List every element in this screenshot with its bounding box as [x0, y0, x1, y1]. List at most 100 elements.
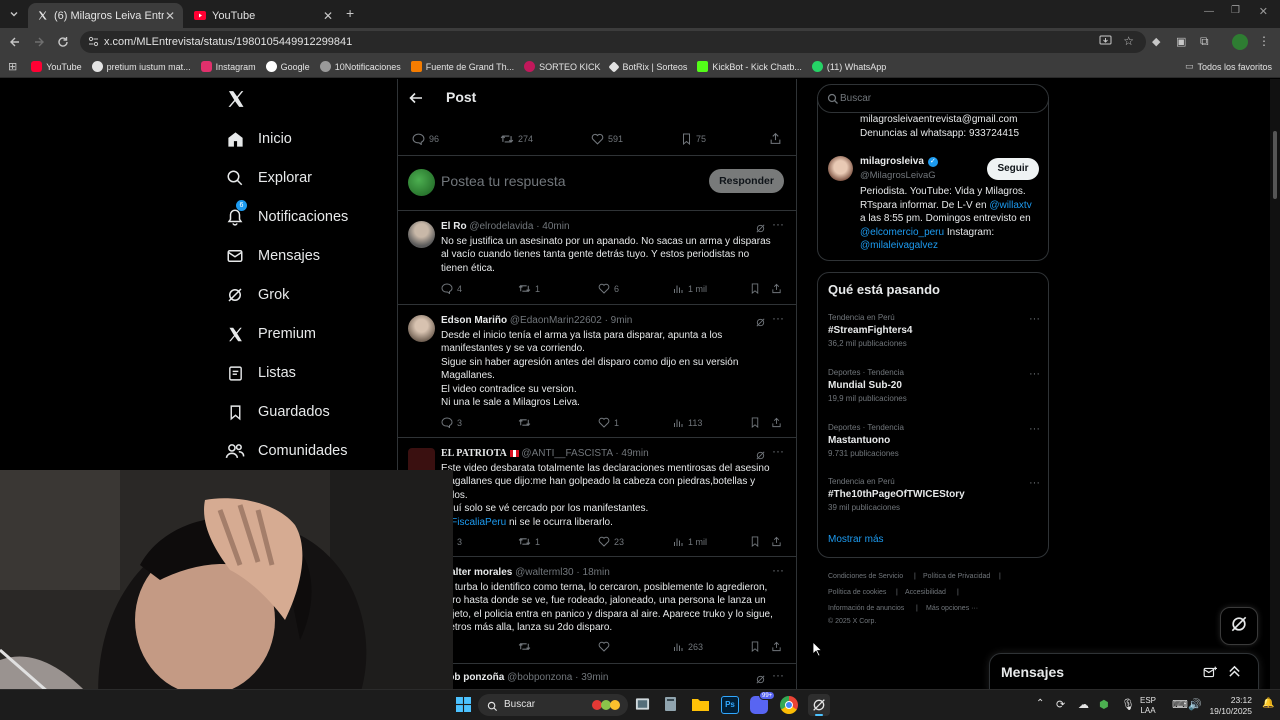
tab-search-icon[interactable]: [2, 2, 26, 26]
tab-milagros-leiva[interactable]: (6) Milagros Leiva Entrevista en ✕: [28, 3, 183, 28]
window-close-icon[interactable]: ✕: [1259, 5, 1268, 18]
author-name[interactable]: El Ro: [441, 221, 467, 232]
nav-grok[interactable]: Grok: [224, 284, 289, 306]
all-bookmarks-folder[interactable]: ▭ Todos los favoritos: [1185, 61, 1272, 72]
grok-explain-icon[interactable]: [755, 672, 766, 689]
reply-input[interactable]: Postea tu respuesta: [441, 173, 566, 189]
mention-link[interactable]: @willaxtv: [989, 200, 1031, 211]
nav-comunidades[interactable]: Comunidades: [224, 440, 347, 462]
author-handle[interactable]: @bobponzona: [507, 672, 572, 683]
bookmark-icon[interactable]: [750, 536, 764, 547]
bookmark-botrix[interactable]: BotRix | Sorteos: [608, 60, 687, 73]
install-app-icon[interactable]: [1099, 35, 1112, 50]
more-options-icon[interactable]: ···: [1029, 477, 1040, 489]
nav-notificaciones[interactable]: 6 Notificaciones: [224, 200, 348, 228]
share-icon[interactable]: [771, 283, 786, 294]
language-indicator[interactable]: ESP LAA: [1140, 696, 1156, 716]
bookmark-kickbot[interactable]: KickBot - Kick Chatb...: [697, 61, 802, 72]
repost-button[interactable]: 1: [518, 536, 540, 547]
more-options-icon[interactable]: ···: [772, 668, 784, 682]
like-button[interactable]: 23: [598, 536, 624, 547]
reply-post[interactable]: El Ro @elrodelavida · 40min ··· No se ju…: [398, 212, 796, 305]
reply-button[interactable]: 3: [441, 417, 462, 428]
extension-icon[interactable]: ◆: [1152, 35, 1160, 48]
more-options-icon[interactable]: ···: [1029, 368, 1040, 380]
footer-cookies-link[interactable]: Política de cookies: [828, 589, 886, 596]
reply-post[interactable]: Edson Mariño @EdaonMarin22602 · 9min ···…: [398, 306, 796, 438]
minimize-icon[interactable]: —: [1204, 6, 1214, 17]
microphone-icon[interactable]: 🎙: [1121, 698, 1135, 711]
share-icon[interactable]: [769, 132, 782, 147]
network-icon[interactable]: ⌨: [1172, 698, 1188, 711]
bookmark-instagram[interactable]: Instagram: [200, 61, 256, 72]
more-options-icon[interactable]: ···: [1029, 423, 1040, 435]
trend-item[interactable]: Tendencia en Perú #The10thPageOfTWICESto…: [828, 477, 1040, 517]
bookmark-10notificaciones[interactable]: 10Notificaciones: [319, 61, 401, 72]
new-message-icon[interactable]: [1203, 666, 1217, 684]
bookmark-gta[interactable]: Fuente de Grand Th...: [410, 61, 514, 72]
nav-inicio[interactable]: Inicio: [224, 128, 292, 150]
clock[interactable]: 23:12 19/10/2025: [1208, 695, 1252, 717]
notification-center-icon[interactable]: 🔔: [1262, 698, 1274, 709]
like-button[interactable]: 6: [598, 283, 619, 294]
security-icon[interactable]: ⬢: [1099, 698, 1109, 711]
trend-item[interactable]: Deportes · Tendencia Mundial Sub-20 19,9…: [828, 368, 1040, 408]
site-info-icon[interactable]: [88, 36, 99, 50]
media-icon[interactable]: ▣: [1176, 35, 1186, 48]
grok-floating-button[interactable]: [1220, 607, 1258, 645]
new-tab-button[interactable]: +: [346, 5, 354, 21]
grok-app-icon[interactable]: [808, 694, 830, 716]
repost-button[interactable]: 1: [518, 283, 540, 294]
x-home-logo-icon[interactable]: [226, 89, 246, 114]
browser-menu-icon[interactable]: ⋮: [1258, 34, 1270, 48]
bookmark-icon[interactable]: [750, 417, 764, 428]
profile-name-row[interactable]: milagrosleiva ✓: [860, 156, 938, 167]
reply-post[interactable]: Walter morales @walterml30 · 18min ··· L…: [398, 558, 796, 664]
apps-grid-icon[interactable]: ⊞: [8, 60, 17, 73]
tray-overflow-icon[interactable]: ⌃: [1036, 698, 1044, 709]
share-icon[interactable]: [771, 641, 786, 652]
bookmark-icon[interactable]: [750, 641, 764, 652]
nav-guardados[interactable]: Guardados: [224, 401, 330, 423]
avatar[interactable]: [408, 221, 435, 248]
more-options-icon[interactable]: ···: [772, 444, 784, 458]
page-scrollbar[interactable]: [1270, 79, 1280, 689]
taskbar-search[interactable]: Buscar: [478, 694, 628, 716]
mention-link[interactable]: @milaleivagalvez: [860, 239, 1046, 253]
more-options-icon[interactable]: ···: [1029, 313, 1040, 325]
follow-button[interactable]: Seguir: [987, 158, 1039, 180]
nav-listas[interactable]: Listas: [224, 362, 296, 384]
share-icon[interactable]: [771, 417, 786, 428]
reply-button[interactable]: 4: [441, 283, 462, 294]
reload-icon[interactable]: [51, 30, 75, 54]
bookmark-sorteo-kick[interactable]: SORTEO KICK: [524, 61, 600, 72]
like-button[interactable]: [598, 641, 614, 652]
bookmark-youtube[interactable]: YouTube: [31, 61, 82, 72]
views-button[interactable]: 1 mil: [673, 536, 707, 547]
nav-explorar[interactable]: Explorar: [224, 167, 312, 189]
author-handle[interactable]: @ANTI__FASCISTA: [521, 448, 612, 459]
repost-button[interactable]: [518, 641, 535, 652]
nav-mensajes[interactable]: Mensajes: [224, 245, 320, 267]
author-name[interactable]: EL PATRIOTA: [441, 448, 507, 459]
back-icon[interactable]: [3, 30, 27, 54]
bookmark-whatsapp[interactable]: (11) WhatsApp: [811, 61, 886, 72]
volume-icon[interactable]: 🔊: [1188, 698, 1202, 711]
expand-up-icon[interactable]: [1228, 665, 1241, 683]
forward-icon[interactable]: [27, 30, 51, 54]
chrome-icon[interactable]: [780, 696, 798, 714]
views-button[interactable]: 263: [673, 641, 703, 652]
trend-item[interactable]: Deportes · Tendencia Mastantuono 9.731 p…: [828, 423, 1040, 463]
bookmark-star-icon[interactable]: ☆: [1123, 34, 1134, 48]
like-count-button[interactable]: 591: [591, 133, 623, 145]
more-options-icon[interactable]: ···: [772, 563, 784, 577]
bookmark-icon[interactable]: [750, 283, 764, 294]
reply-submit-button[interactable]: Responder: [709, 169, 784, 193]
author-handle[interactable]: @walterml30: [515, 567, 574, 578]
show-more-link[interactable]: Mostrar más: [828, 534, 884, 545]
task-view-icon[interactable]: [635, 697, 650, 716]
share-icon[interactable]: [771, 536, 786, 547]
tray-app-icon[interactable]: ⟳: [1056, 698, 1065, 711]
file-explorer-icon[interactable]: [692, 697, 709, 716]
more-options-icon[interactable]: ···: [772, 311, 784, 325]
